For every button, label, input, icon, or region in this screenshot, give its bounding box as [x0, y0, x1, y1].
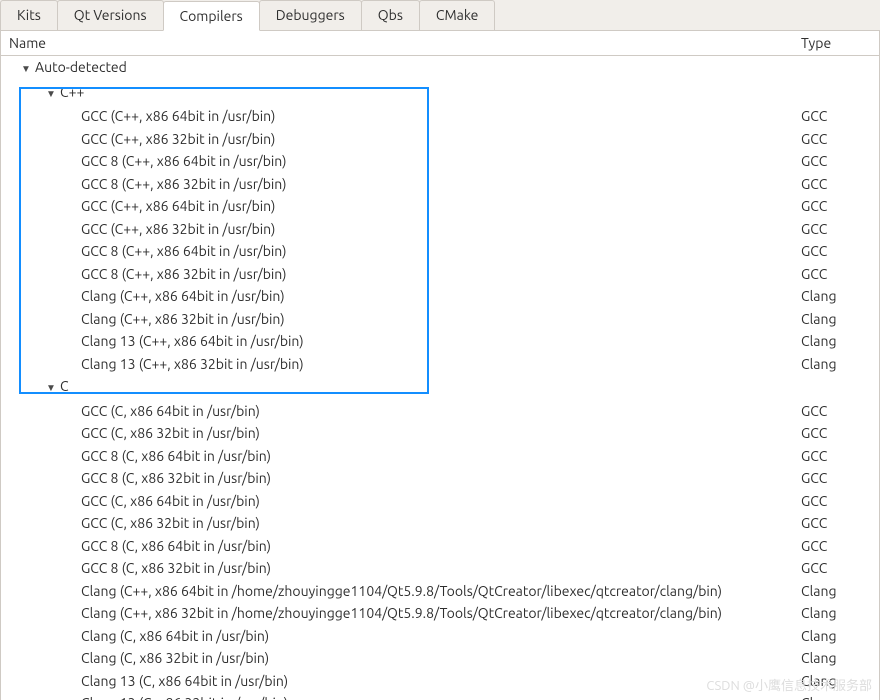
compiler-name: Clang 13 (C, x86 64bit in /usr/bin): [81, 671, 801, 692]
group-label: C: [60, 378, 69, 394]
compiler-name: GCC 8 (C, x86 64bit in /usr/bin): [81, 536, 801, 557]
compiler-row[interactable]: GCC (C, x86 32bit in /usr/bin)GCC: [1, 512, 879, 535]
compiler-row[interactable]: GCC 8 (C++, x86 32bit in /usr/bin)GCC: [1, 173, 879, 196]
compiler-type: Clang: [801, 286, 871, 307]
compiler-type: Clang: [801, 331, 871, 352]
tab-kits[interactable]: Kits: [0, 0, 58, 30]
compiler-name: Clang (C++, x86 64bit in /usr/bin): [81, 286, 801, 307]
compiler-type: Clang: [801, 309, 871, 330]
compiler-row[interactable]: Clang 13 (C, x86 64bit in /usr/bin)Clang: [1, 670, 879, 693]
compiler-name: GCC (C, x86 32bit in /usr/bin): [81, 423, 801, 444]
tree-group-cpp[interactable]: ▼C++: [1, 81, 879, 106]
tree-group-c[interactable]: ▼C: [1, 375, 879, 400]
compiler-type: GCC: [801, 536, 871, 557]
chevron-down-icon: ▼: [46, 378, 60, 399]
compiler-row[interactable]: GCC (C++, x86 64bit in /usr/bin)GCC: [1, 105, 879, 128]
compiler-row[interactable]: GCC 8 (C, x86 32bit in /usr/bin)GCC: [1, 557, 879, 580]
compiler-type: GCC: [801, 174, 871, 195]
compiler-type: Clang: [801, 671, 871, 692]
compiler-row[interactable]: Clang (C, x86 64bit in /usr/bin)Clang: [1, 625, 879, 648]
compiler-type: GCC: [801, 196, 871, 217]
tab-qt-versions[interactable]: Qt Versions: [57, 0, 164, 30]
compiler-type: GCC: [801, 219, 871, 240]
compiler-name: GCC 8 (C++, x86 32bit in /usr/bin): [81, 174, 801, 195]
group-label: C++: [60, 84, 84, 100]
compiler-type: Clang: [801, 626, 871, 647]
column-header-name[interactable]: Name: [9, 35, 801, 51]
compiler-row[interactable]: GCC 8 (C, x86 32bit in /usr/bin)GCC: [1, 467, 879, 490]
tab-compilers[interactable]: Compilers: [163, 1, 260, 31]
compiler-row[interactable]: Clang 13 (C++, x86 64bit in /usr/bin)Cla…: [1, 330, 879, 353]
compilers-panel: Name Type ▼Auto-detected ▼C++ GCC (C++, …: [0, 31, 880, 700]
table-header: Name Type: [1, 31, 879, 56]
compiler-name: Clang 13 (C++, x86 64bit in /usr/bin): [81, 331, 801, 352]
compiler-name: Clang (C++, x86 32bit in /home/zhouyingg…: [81, 603, 801, 624]
compiler-row[interactable]: GCC (C++, x86 32bit in /usr/bin)GCC: [1, 128, 879, 151]
column-header-type[interactable]: Type: [801, 35, 871, 51]
compiler-type: GCC: [801, 264, 871, 285]
compiler-type: GCC: [801, 401, 871, 422]
group-label: Auto-detected: [35, 59, 127, 75]
compiler-name: GCC (C, x86 64bit in /usr/bin): [81, 401, 801, 422]
tab-bar: KitsQt VersionsCompilersDebuggersQbsCMak…: [0, 0, 880, 31]
compiler-row[interactable]: Clang (C++, x86 64bit in /home/zhouyingg…: [1, 580, 879, 603]
compiler-name: GCC (C++, x86 64bit in /usr/bin): [81, 196, 801, 217]
compiler-row[interactable]: GCC (C, x86 32bit in /usr/bin)GCC: [1, 422, 879, 445]
chevron-down-icon: ▼: [46, 84, 60, 105]
compiler-row[interactable]: Clang (C++, x86 64bit in /usr/bin)Clang: [1, 285, 879, 308]
compiler-type: GCC: [801, 423, 871, 444]
compiler-row[interactable]: Clang 13 (C, x86 32bit in /usr/bin)Clang: [1, 692, 879, 700]
compiler-row[interactable]: GCC 8 (C, x86 64bit in /usr/bin)GCC: [1, 445, 879, 468]
tab-debuggers[interactable]: Debuggers: [259, 0, 362, 30]
compiler-row[interactable]: Clang (C++, x86 32bit in /usr/bin)Clang: [1, 308, 879, 331]
compiler-row[interactable]: GCC 8 (C, x86 64bit in /usr/bin)GCC: [1, 535, 879, 558]
compiler-name: Clang (C, x86 64bit in /usr/bin): [81, 626, 801, 647]
compiler-type: GCC: [801, 446, 871, 467]
compiler-name: Clang 13 (C, x86 32bit in /usr/bin): [81, 693, 801, 700]
compiler-row[interactable]: GCC 8 (C++, x86 64bit in /usr/bin)GCC: [1, 240, 879, 263]
compiler-row[interactable]: Clang (C, x86 32bit in /usr/bin)Clang: [1, 647, 879, 670]
compiler-name: GCC (C, x86 64bit in /usr/bin): [81, 491, 801, 512]
compiler-type: GCC: [801, 491, 871, 512]
compiler-name: Clang (C++, x86 64bit in /home/zhouyingg…: [81, 581, 801, 602]
compiler-type: GCC: [801, 151, 871, 172]
compiler-name: GCC (C++, x86 32bit in /usr/bin): [81, 129, 801, 150]
compiler-row[interactable]: GCC (C, x86 64bit in /usr/bin)GCC: [1, 490, 879, 513]
compiler-type: Clang: [801, 693, 871, 700]
compiler-name: GCC 8 (C++, x86 32bit in /usr/bin): [81, 264, 801, 285]
compiler-type: Clang: [801, 581, 871, 602]
compiler-row[interactable]: GCC (C++, x86 64bit in /usr/bin)GCC: [1, 195, 879, 218]
compiler-name: GCC 8 (C++, x86 64bit in /usr/bin): [81, 241, 801, 262]
compiler-row[interactable]: GCC 8 (C++, x86 64bit in /usr/bin)GCC: [1, 150, 879, 173]
compiler-type: Clang: [801, 354, 871, 375]
compiler-name: Clang (C++, x86 32bit in /usr/bin): [81, 309, 801, 330]
chevron-down-icon: ▼: [21, 59, 35, 80]
compiler-type: GCC: [801, 513, 871, 534]
compiler-row[interactable]: GCC (C++, x86 32bit in /usr/bin)GCC: [1, 218, 879, 241]
compiler-row[interactable]: GCC 8 (C++, x86 32bit in /usr/bin)GCC: [1, 263, 879, 286]
compiler-name: Clang 13 (C++, x86 32bit in /usr/bin): [81, 354, 801, 375]
compiler-type: GCC: [801, 106, 871, 127]
tab-qbs[interactable]: Qbs: [361, 0, 420, 30]
compiler-name: GCC (C++, x86 32bit in /usr/bin): [81, 219, 801, 240]
compiler-row[interactable]: Clang 13 (C++, x86 32bit in /usr/bin)Cla…: [1, 353, 879, 376]
tab-cmake[interactable]: CMake: [419, 0, 496, 30]
compiler-name: GCC 8 (C++, x86 64bit in /usr/bin): [81, 151, 801, 172]
compiler-name: Clang (C, x86 32bit in /usr/bin): [81, 648, 801, 669]
compiler-type: GCC: [801, 241, 871, 262]
compiler-name: GCC (C, x86 32bit in /usr/bin): [81, 513, 801, 534]
compiler-type: GCC: [801, 558, 871, 579]
compiler-row[interactable]: Clang (C++, x86 32bit in /home/zhouyingg…: [1, 602, 879, 625]
compiler-row[interactable]: GCC (C, x86 64bit in /usr/bin)GCC: [1, 400, 879, 423]
compiler-name: GCC 8 (C, x86 32bit in /usr/bin): [81, 468, 801, 489]
compiler-type: Clang: [801, 603, 871, 624]
compiler-type: GCC: [801, 468, 871, 489]
compiler-name: GCC 8 (C, x86 32bit in /usr/bin): [81, 558, 801, 579]
compiler-name: GCC (C++, x86 64bit in /usr/bin): [81, 106, 801, 127]
compiler-name: GCC 8 (C, x86 64bit in /usr/bin): [81, 446, 801, 467]
compiler-type: Clang: [801, 648, 871, 669]
tree-group-auto-detected[interactable]: ▼Auto-detected: [1, 56, 879, 81]
compiler-type: GCC: [801, 129, 871, 150]
compiler-tree: ▼Auto-detected ▼C++ GCC (C++, x86 64bit …: [1, 56, 879, 700]
